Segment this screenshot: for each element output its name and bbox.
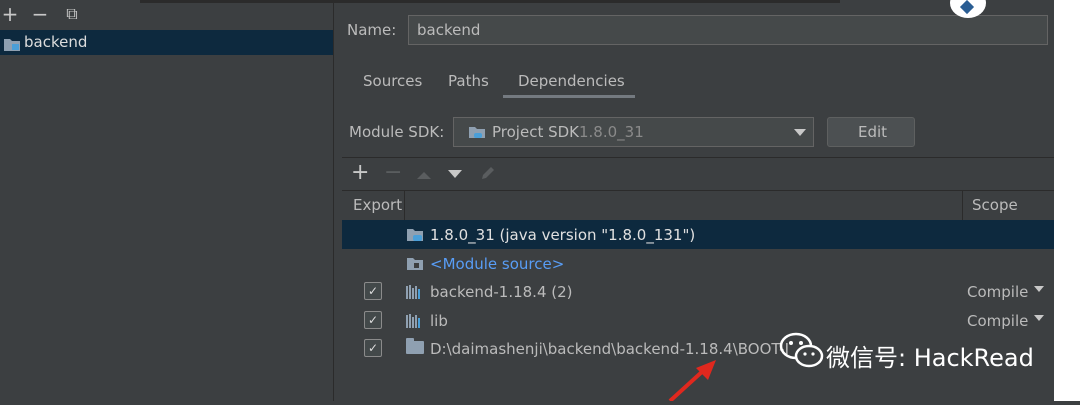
edit-pencil-icon[interactable]: [480, 165, 496, 181]
name-label: Name:: [347, 21, 397, 39]
module-folder-icon: [3, 36, 20, 51]
library-icon: [406, 313, 424, 328]
copy-icon[interactable]: ⧉: [62, 4, 82, 24]
export-checkbox[interactable]: ✓: [364, 339, 382, 357]
edit-button[interactable]: Edit: [827, 117, 915, 147]
table-row[interactable]: <Module source>: [342, 249, 1054, 278]
module-sdk-label: Module SDK:: [349, 123, 445, 141]
watermark-text: 微信号: HackRead: [826, 344, 1034, 372]
dependency-name: backend-1.18.4 (2): [430, 283, 573, 301]
table-row[interactable]: ✓ lib Compile: [342, 306, 1054, 335]
tab-dependencies[interactable]: Dependencies: [518, 72, 625, 90]
remove-dependency-icon[interactable]: −: [384, 160, 402, 185]
add-dependency-icon[interactable]: +: [351, 160, 369, 185]
module-sdk-selected: Project SDK: [492, 123, 579, 141]
chevron-down-icon: [794, 129, 806, 136]
export-column-header[interactable]: Export: [353, 196, 402, 214]
left-toolbar: + − ⧉: [0, 0, 333, 30]
move-down-icon[interactable]: [448, 170, 462, 178]
folder-icon: [406, 338, 424, 354]
table-row[interactable]: ✓ backend-1.18.4 (2) Compile: [342, 277, 1054, 306]
right-edge: [1054, 0, 1080, 401]
add-icon[interactable]: +: [0, 4, 20, 24]
column-divider: [962, 191, 963, 220]
tab-selected-underline: [503, 95, 635, 98]
module-source-link[interactable]: <Module source>: [430, 255, 564, 273]
move-up-icon[interactable]: [417, 172, 431, 179]
dependency-name: 1.8.0_31 (java version "1.8.0_131"): [430, 226, 696, 244]
export-checkbox[interactable]: ✓: [364, 282, 382, 300]
top-divider: [140, 0, 840, 3]
tree-item-label: backend: [24, 33, 88, 51]
name-field[interactable]: backend: [408, 15, 1048, 45]
dependencies-toolbar: + −: [342, 157, 1054, 191]
scope-value[interactable]: Compile: [967, 312, 1028, 330]
library-icon: [406, 284, 424, 299]
red-arrow-annotation: [660, 358, 720, 403]
sdk-folder-icon: [468, 124, 486, 140]
module-sdk-version: 1.8.0_31: [579, 123, 644, 141]
edit-button-label: Edit: [858, 123, 888, 141]
tree-item-backend[interactable]: backend: [0, 30, 333, 55]
wechat-logo-icon: [778, 330, 826, 372]
chevron-down-icon[interactable]: [1034, 315, 1044, 321]
scope-column-header[interactable]: Scope: [972, 196, 1018, 214]
chevron-down-icon[interactable]: [1034, 286, 1044, 292]
dependency-name: lib: [430, 312, 448, 330]
jdk-icon: [406, 226, 426, 243]
scope-value[interactable]: Compile: [967, 283, 1028, 301]
column-divider: [404, 191, 405, 220]
module-source-folder-icon: [406, 255, 426, 272]
module-list-panel: + − ⧉ backend: [0, 0, 334, 401]
module-sdk-dropdown[interactable]: Project SDK 1.8.0_31: [453, 117, 814, 147]
export-checkbox[interactable]: ✓: [364, 311, 382, 329]
name-field-value: backend: [417, 21, 481, 39]
dependency-name: D:\daimashenji\backend\backend-1.18.4\BO…: [430, 340, 790, 358]
tab-sources[interactable]: Sources: [363, 72, 422, 90]
table-header: Export Scope: [342, 190, 1054, 221]
badge-diamond-icon: [959, 0, 975, 15]
remove-icon[interactable]: −: [30, 4, 50, 24]
table-row[interactable]: 1.8.0_31 (java version "1.8.0_131"): [342, 220, 1054, 249]
tab-paths[interactable]: Paths: [448, 72, 489, 90]
